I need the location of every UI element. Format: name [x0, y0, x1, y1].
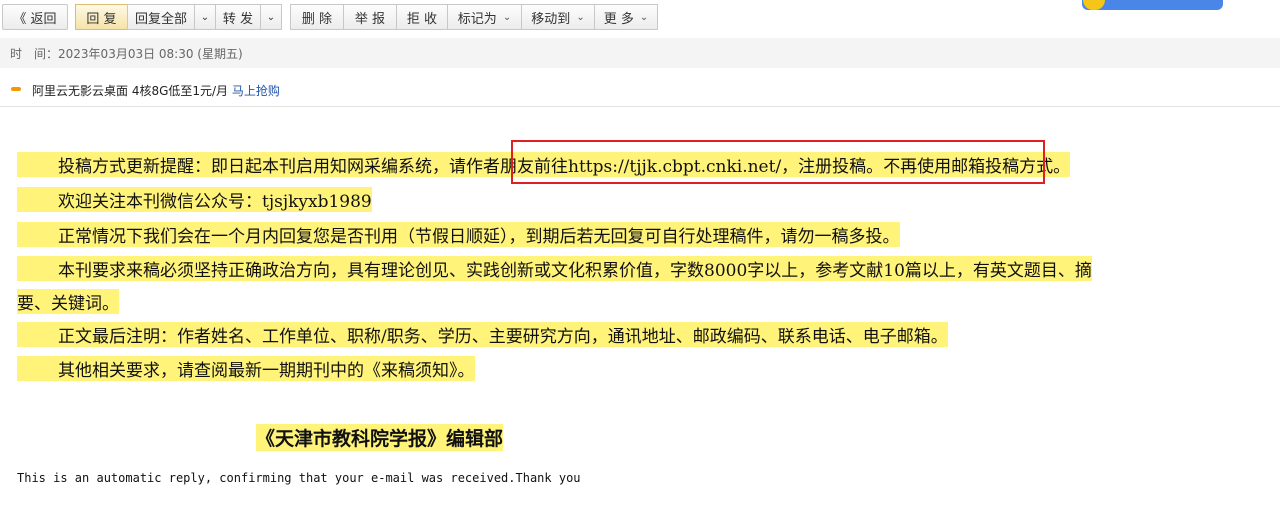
paragraph-requirements-line2: 要、关键词。	[17, 289, 119, 314]
forward-dropdown[interactable]: ⌄	[260, 4, 282, 30]
ad-text: 阿里云无影云桌面 4核8G低至1元/月 马上抢购	[32, 82, 280, 99]
mark-as-label: 标记为	[457, 11, 497, 27]
paragraph-requirements-line1: 本刊要求来稿必须坚持正确政治方向，具有理论创见、实践创新或文化积累价值，字数80…	[17, 256, 1092, 281]
time-label: 时 间：	[10, 47, 59, 61]
time-value: 2023年03月03日 08:30 (星期五)	[58, 47, 243, 61]
mail-meta-bar: 时 间：2023年03月03日 08:30 (星期五)	[0, 38, 1280, 68]
delete-button[interactable]: 删 除	[290, 4, 344, 30]
sent-time: 时 间：2023年03月03日 08:30 (星期五)	[10, 45, 243, 62]
signature: 《天津市教科院学报》编辑部	[256, 424, 504, 451]
paragraph-review-time: 正常情况下我们会在一个月内回复您是否刊用（节假日顺延），到期后若无回复可自行处理…	[17, 222, 900, 247]
paragraph-author-info: 正文最后注明：作者姓名、工作单位、职称/职务、学历、主要研究方向，通讯地址、邮政…	[17, 322, 948, 347]
reply-button[interactable]: 回 复	[75, 4, 128, 30]
reply-all-button[interactable]: 回复全部	[127, 4, 195, 30]
mark-as-button[interactable]: 标记为 ⌄	[447, 4, 522, 30]
more-button[interactable]: 更 多 ⌄	[594, 4, 658, 30]
mail-toolbar: 《 返回 回 复 回复全部 ⌄ 转 发 ⌄ 删 除 举 报 拒 收 标记为 ⌄ 移…	[0, 0, 1280, 40]
auto-reply-notice: This is an automatic reply, confirming t…	[17, 471, 581, 485]
back-button[interactable]: 《 返回	[2, 4, 68, 30]
reply-all-dropdown[interactable]: ⌄	[194, 4, 216, 30]
chevron-down-icon: ⌄	[576, 11, 585, 23]
report-button[interactable]: 举 报	[343, 4, 397, 30]
ad-buy-link[interactable]: 马上抢购	[232, 84, 280, 98]
move-to-button[interactable]: 移动到 ⌄	[521, 4, 595, 30]
annotation-red-box	[511, 140, 1045, 184]
ad-message: 阿里云无影云桌面 4核8G低至1元/月	[32, 84, 229, 98]
forward-button[interactable]: 转 发	[215, 4, 261, 30]
reject-button[interactable]: 拒 收	[396, 4, 448, 30]
chevron-down-icon: ⌄	[502, 11, 512, 23]
chevron-down-icon: ⌄	[639, 11, 649, 23]
ad-icon	[11, 87, 21, 91]
move-to-label: 移动到	[531, 11, 571, 27]
paragraph-other: 其他相关要求，请查阅最新一期期刊中的《来稿须知》。	[17, 356, 475, 381]
chevron-down-icon: ⌄	[266, 11, 276, 23]
paragraph-wechat: 欢迎关注本刊微信公众号：tjsjkyxb1989	[17, 187, 372, 212]
more-label: 更 多	[603, 11, 634, 27]
notice-part-1: 投稿方式更新提醒：即日起本刊启用知网采编系统，	[58, 157, 449, 177]
chevron-down-icon: ⌄	[200, 11, 210, 23]
ad-bar: 阿里云无影云桌面 4核8G低至1元/月 马上抢购	[0, 72, 1280, 107]
